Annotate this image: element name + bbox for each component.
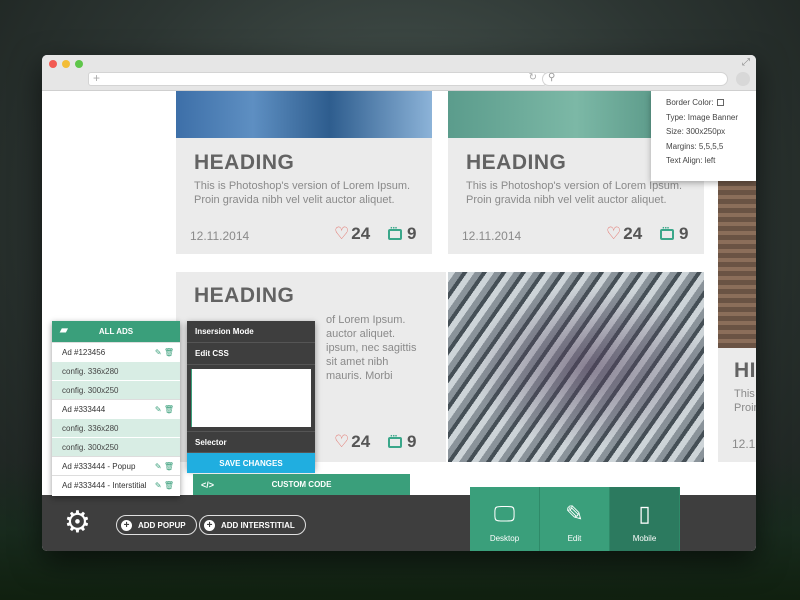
likes-count[interactable]: ♡ 24 [334,224,370,244]
browser-search-input[interactable]: ⚲ [542,72,728,86]
card-date: 12.1 [732,437,756,451]
ad-item[interactable]: Ad #333444 - Popup ✎ 🗑 [52,456,180,475]
pencil-icon: ✎ [565,501,584,526]
card-date: 12.11.2014 [190,229,250,243]
insertion-mode-item[interactable]: Insersion Mode [187,321,315,343]
folder-icon: ▰ [60,325,68,336]
heart-icon: ♡ [334,432,350,451]
card-body: ThisProin [734,388,756,414]
heart-icon: ♡ [334,224,350,243]
minimize-window-button[interactable] [62,60,70,68]
ad-item[interactable]: Ad #333444 - Interstitial ✎ 🗑 [52,475,180,494]
desktop-mode-button[interactable]: 🖵 Desktop [470,487,540,551]
desktop-icon: 🖵 [493,501,516,526]
gear-icon[interactable]: ⚙ [64,508,91,538]
add-interstitial-button[interactable]: + ADD INTERSTITIAL [199,515,306,535]
custom-code-button[interactable]: </> CUSTOM CODE [193,474,410,495]
browser-titlebar: ⤢ + ↻ ⚲ [42,55,756,91]
card-heading: HEADING [194,151,295,174]
code-icon: </> [201,479,215,490]
close-window-button[interactable] [49,60,57,68]
ad-config-item[interactable]: config. 300x250 [52,437,180,456]
ad-item[interactable]: Ad #123456 ✎ 🗑 [52,342,180,361]
ad-config-item[interactable]: config. 336x280 [52,361,180,380]
article-card-4[interactable]: HI ThisProin 12.1 [718,181,756,462]
card-heading: HEADING [194,284,295,307]
card-date: 12.11.2014 [462,229,522,243]
search-icon: ⚲ [548,72,556,83]
card-body: This is Photoshop's version of Lorem Ips… [194,180,411,206]
mobile-mode-button[interactable]: ▯ Mobile [610,487,680,551]
article-card-1[interactable]: HEADING This is Photoshop's version of L… [176,91,432,254]
comments-count[interactable]: 9 [388,431,416,452]
comment-icon [660,223,674,240]
add-popup-button[interactable]: + ADD POPUP [116,515,197,535]
ad-config-item[interactable]: config. 336x280 [52,418,180,437]
ad-properties-tooltip: Border Color: Type: Image Banner Size: 3… [651,91,756,181]
view-mode-switcher: 🖵 Desktop ✎ Edit ▯ Mobile [470,487,680,551]
extension-icon[interactable] [736,72,750,86]
all-ads-header: ▰ ALL ADS [52,321,180,342]
comment-icon [388,223,402,240]
ad-item[interactable]: Ad #333444 ✎ 🗑 [52,399,180,418]
reload-icon[interactable]: ↻ [529,72,537,83]
edit-delete-icons[interactable]: ✎ 🗑 [155,405,174,414]
edit-mode-button[interactable]: ✎ Edit [540,487,610,551]
insertion-mode-panel: Insersion Mode Edit CSS Selector SAVE CH… [187,321,315,473]
card-image [718,181,756,348]
plus-circle-icon: + [121,519,132,531]
new-tab-icon[interactable]: + [93,71,100,85]
editor-toolbar: ⚙ + ADD POPUP + ADD INTERSTITIAL 🖵 Desktop… [42,487,756,551]
ad-config-item[interactable]: config. 300x250 [52,380,180,399]
maximize-window-button[interactable] [75,60,83,68]
heart-icon: ♡ [606,224,622,243]
edit-delete-icons[interactable]: ✎ 🗑 [155,348,174,357]
border-color-checkbox[interactable] [716,99,724,107]
comments-count[interactable]: 9 [660,223,688,244]
all-ads-panel: ▰ ALL ADS Ad #123456 ✎ 🗑 config. 336x280 … [52,321,180,496]
css-editor-textarea[interactable] [191,369,311,427]
escalator-image [448,272,704,462]
plus-circle-icon: + [204,519,215,531]
card-heading: HEADING [466,151,567,174]
address-bar[interactable]: + ↻ [88,71,546,86]
edit-delete-icons[interactable]: ✎ 🗑 [155,462,174,471]
likes-count[interactable]: ♡ 24 [334,432,370,452]
comment-icon [388,431,402,448]
edit-delete-icons[interactable]: ✎ 🗑 [155,481,174,490]
card-body: This is Photoshop's version of Lorem Ips… [466,180,683,206]
likes-count[interactable]: ♡ 24 [606,224,642,244]
card-body: of Lorem Ipsum. auctor aliquet. ipsum, ne… [326,314,417,382]
mobile-icon: ▯ [638,501,651,526]
fullscreen-icon[interactable]: ⤢ [742,57,750,68]
edit-css-item[interactable]: Edit CSS [187,343,315,365]
card-image [176,91,432,138]
selector-item[interactable]: Selector [187,431,315,453]
comments-count[interactable]: 9 [388,223,416,244]
save-changes-button[interactable]: SAVE CHANGES [187,453,315,473]
card-heading: HI [734,359,756,382]
